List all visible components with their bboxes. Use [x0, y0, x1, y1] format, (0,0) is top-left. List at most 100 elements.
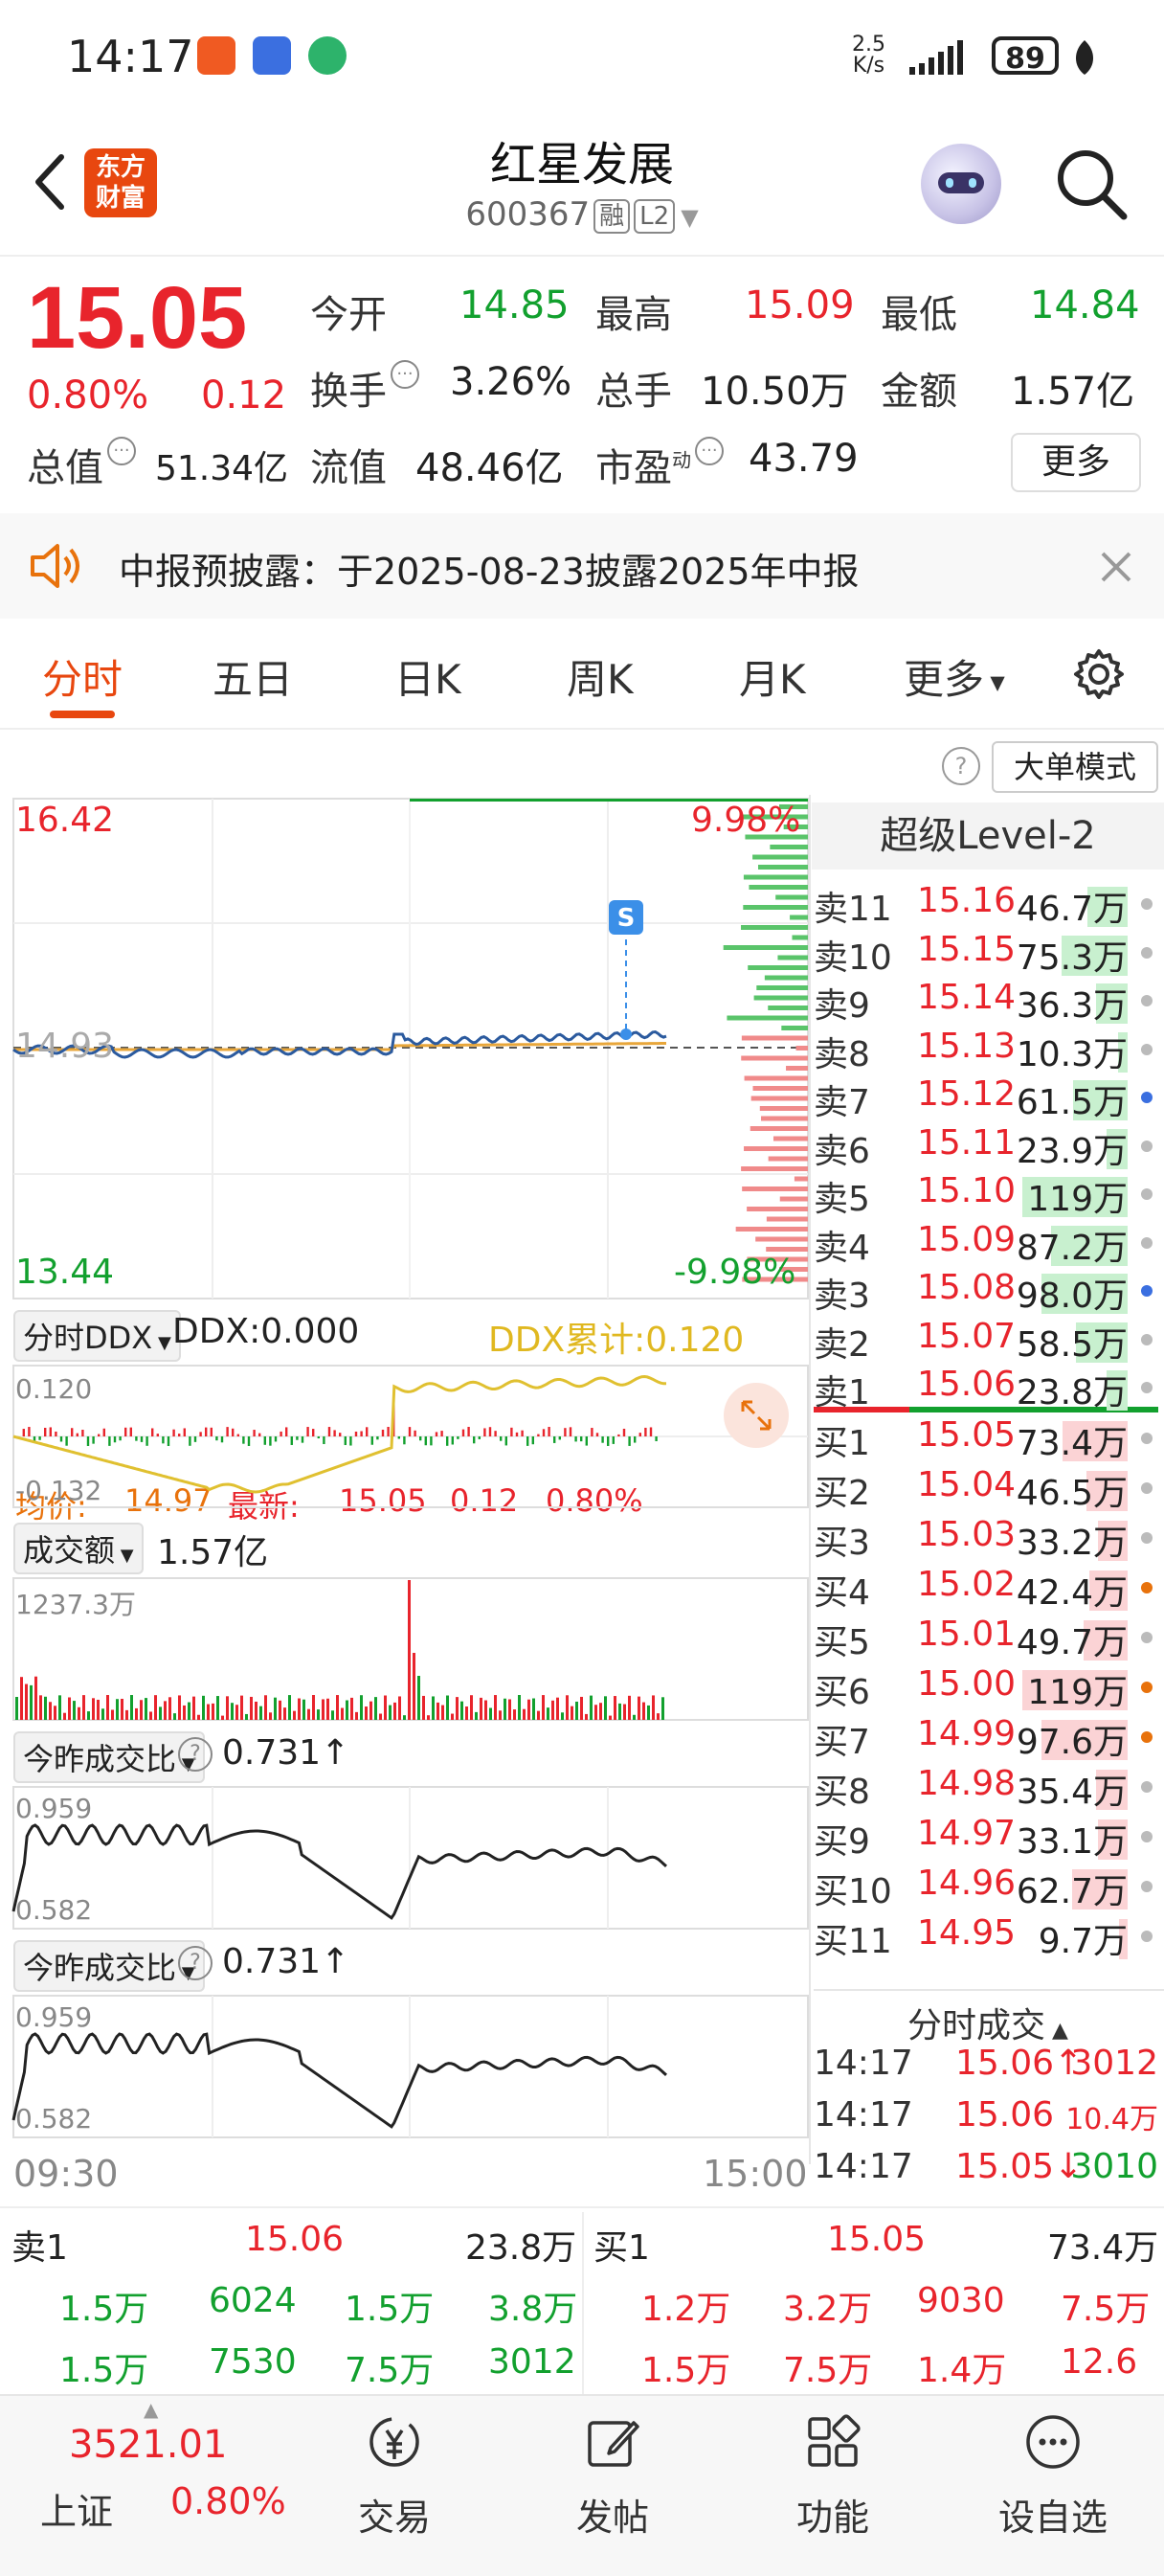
- ratio-selector-1[interactable]: 今昨成交比 ▼: [13, 1731, 205, 1783]
- signal-icon: [909, 40, 963, 75]
- bid-row[interactable]: 买2 15.04 46.5万: [814, 1465, 1158, 1513]
- volume-selector[interactable]: 成交额 ▼: [13, 1523, 144, 1574]
- ddx-selector[interactable]: 分时DDX ▼: [13, 1310, 181, 1362]
- tab-monthly-k[interactable]: 月K: [739, 647, 806, 706]
- depth-bar: [786, 1066, 808, 1071]
- level-price: 15.06: [917, 1365, 1017, 1404]
- volume-bar: [633, 1714, 636, 1720]
- volume-bar: [197, 1714, 200, 1720]
- level-price: 15.16: [917, 881, 1017, 920]
- status-dot-icon: [1141, 1931, 1153, 1942]
- volume-bar: [580, 1696, 583, 1720]
- ask-row[interactable]: 卖4 15.09 87.2万: [814, 1220, 1158, 1268]
- more-button[interactable]: 更多: [1011, 433, 1141, 492]
- ask-row[interactable]: 卖9 15.14 36.3万: [814, 978, 1158, 1026]
- volume-bar: [97, 1699, 100, 1720]
- ratio2-top: 0.959: [15, 2001, 93, 2033]
- ask-row[interactable]: 卖6 15.11 23.9万: [814, 1123, 1158, 1171]
- index-value[interactable]: 3521.01: [69, 2423, 227, 2467]
- volume-bar: [441, 1705, 444, 1720]
- status-dot-icon: [1141, 1285, 1153, 1297]
- tab-five-day[interactable]: 五日: [213, 647, 293, 706]
- ddx-bar: [269, 1436, 272, 1446]
- close-icon[interactable]: [1097, 548, 1135, 586]
- nav-post[interactable]: 发帖: [536, 2413, 689, 2541]
- volume-bar: [417, 1676, 420, 1720]
- ddx-bar: [542, 1429, 546, 1436]
- chart-top-pct: 9.98%: [691, 801, 801, 840]
- status-bar: 14:17 2.5 K/s 89: [0, 0, 1164, 115]
- volume-bar: [68, 1697, 71, 1720]
- ddx-bar: [193, 1436, 197, 1442]
- market-cap-label[interactable]: 总值 ···: [27, 437, 136, 492]
- nav-add-watchlist[interactable]: 设自选: [976, 2413, 1130, 2541]
- ask-row[interactable]: 卖10 15.15 75.3万: [814, 930, 1158, 978]
- level2-title[interactable]: 超级Level-2: [812, 802, 1164, 870]
- ask-row[interactable]: 卖8 15.13 10.3万: [814, 1027, 1158, 1074]
- tick-price: 15.06↑: [955, 2044, 1084, 2083]
- search-icon[interactable]: [1053, 146, 1130, 222]
- ddx-bar: [317, 1436, 320, 1439]
- volume-bar: [20, 1677, 23, 1720]
- volume-bar: [652, 1695, 655, 1720]
- volume-bar: [499, 1710, 502, 1720]
- depth-bar: [764, 975, 808, 981]
- tab-weekly-k[interactable]: 周K: [567, 647, 634, 706]
- volume-bar: [293, 1710, 296, 1720]
- turnover-label[interactable]: 换手 ···: [310, 360, 419, 416]
- help-icon[interactable]: ?: [942, 747, 980, 785]
- ask-row[interactable]: 卖1 15.06 23.8万: [814, 1365, 1158, 1412]
- volume-bar: [614, 1696, 616, 1720]
- ddx-bar: [333, 1430, 336, 1436]
- tab-daily-k[interactable]: 日K: [394, 647, 461, 706]
- ddx-bar: [124, 1427, 127, 1436]
- nav-functions[interactable]: 功能: [756, 2413, 909, 2541]
- bid-row[interactable]: 买7 14.99 97.6万: [814, 1714, 1158, 1762]
- tab-intraday[interactable]: 分时: [42, 647, 123, 706]
- ask-row[interactable]: 卖3 15.08 98.0万: [814, 1268, 1158, 1316]
- help-icon[interactable]: ?: [178, 1946, 213, 1980]
- volume-bar: [78, 1706, 80, 1720]
- ask-row[interactable]: 卖2 15.07 58.5万: [814, 1317, 1158, 1365]
- functions-grid-icon: [808, 2414, 861, 2467]
- bid-row[interactable]: 买11 14.95 9.7万: [814, 1913, 1158, 1961]
- ask-row[interactable]: 卖7 15.12 61.5万: [814, 1074, 1158, 1122]
- ddx-bar: [113, 1436, 117, 1443]
- level-label: 卖6: [814, 1131, 870, 1171]
- ddx-bar: [344, 1436, 347, 1446]
- help-icon[interactable]: ?: [178, 1737, 213, 1772]
- bid-row[interactable]: 买1 15.05 73.4万: [814, 1415, 1158, 1463]
- bid-row[interactable]: 买8 14.98 35.4万: [814, 1764, 1158, 1812]
- volume-bar: [566, 1695, 569, 1720]
- pe-label[interactable]: 市盈动 ···: [595, 437, 724, 492]
- volume-bar: [599, 1703, 602, 1720]
- bid-row[interactable]: 买4 15.02 42.4万: [814, 1565, 1158, 1613]
- ratio1-bottom: 0.582: [15, 1894, 93, 1926]
- volume-bar: [168, 1697, 171, 1720]
- ask-row[interactable]: 卖5 15.10 119万: [814, 1171, 1158, 1219]
- volume-bar: [585, 1713, 588, 1720]
- ratio-selector-2[interactable]: 今昨成交比 ▼: [13, 1940, 205, 1992]
- ask-row[interactable]: 卖11 15.16 46.7万: [814, 881, 1158, 929]
- volume-bar: [432, 1696, 435, 1720]
- ddx-bar: [102, 1428, 105, 1436]
- level-price: 15.02: [917, 1565, 1017, 1604]
- bid-row[interactable]: 买3 15.03 33.2万: [814, 1515, 1158, 1563]
- level-label: 买7: [814, 1723, 870, 1762]
- bid-row[interactable]: 买6 15.00 119万: [814, 1664, 1158, 1712]
- tick-row: 14:17 15.06↑ 3012: [814, 2044, 1158, 2093]
- bid-row[interactable]: 买5 15.01 49.7万: [814, 1615, 1158, 1662]
- settings-gear-icon[interactable]: [1072, 647, 1126, 701]
- dropdown-triangle-icon: ▼: [681, 204, 699, 231]
- tick-trades-title[interactable]: 分时成交 ▲: [812, 1998, 1164, 2047]
- volume-bar: [604, 1696, 607, 1720]
- bid-row[interactable]: 买9 14.97 33.1万: [814, 1814, 1158, 1862]
- ddx-bar: [574, 1436, 577, 1442]
- tab-more[interactable]: 更多 ▼: [904, 647, 1005, 706]
- nav-trade[interactable]: 交易: [318, 2413, 471, 2541]
- bid-row[interactable]: 买10 14.96 62.7万: [814, 1864, 1158, 1911]
- status-dot-icon: [1141, 1092, 1153, 1103]
- ai-assistant-robot-icon[interactable]: [921, 144, 1001, 224]
- big-order-mode-button[interactable]: 大单模式: [992, 741, 1158, 793]
- level-price: 14.95: [917, 1913, 1017, 1953]
